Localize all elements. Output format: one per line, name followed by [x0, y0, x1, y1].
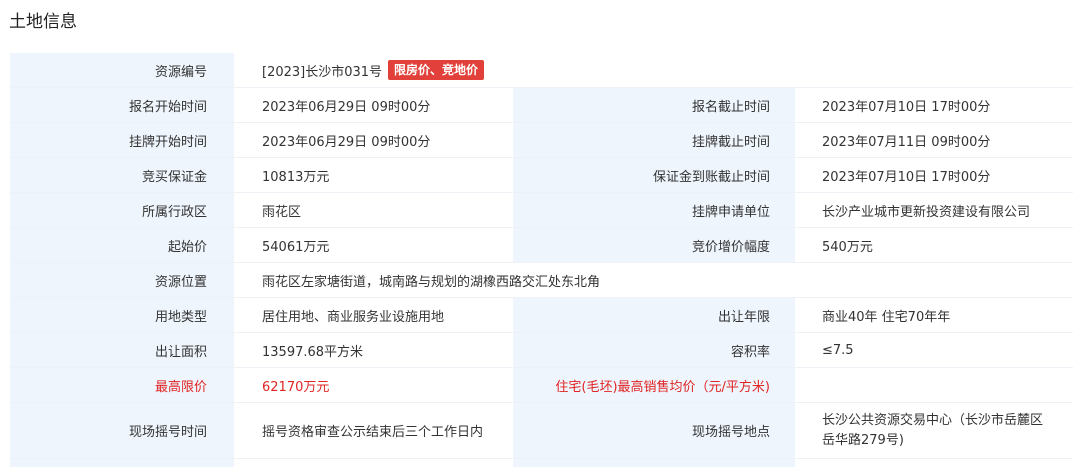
table-row: 现场摇号时间 摇号资格审查公示结束后三个工作日内 现场摇号地点 长沙公共资源交易… [10, 403, 1073, 459]
row-label: 出让面积 [10, 333, 234, 367]
row-value-right: 2023年07月10日 17时00分 [795, 158, 1073, 192]
land-info-table: 资源编号 [2023]长沙市031号 限房价、竞地价 报名开始时间 2023年0… [10, 53, 1073, 467]
row-label-right: 挂牌申请单位 [513, 193, 795, 227]
row-value: 雨花区左家塘街道，城南路与规划的湖橡西路交汇处东北角 [234, 263, 1073, 297]
row-label: 现场摇号时间 [10, 403, 234, 458]
row-value-right: 长沙公共资源交易中心（长沙市岳麓区 岳华路279号) [795, 403, 1073, 458]
row-label-right: 竞价增价幅度 [513, 228, 795, 262]
table-row: 竞买保证金 10813万元 保证金到账截止时间 2023年07月10日 17时0… [10, 158, 1073, 193]
row-value: 居住用地、商业服务业设施用地 [234, 298, 513, 332]
row-label: 挂牌开始时间 [10, 123, 234, 157]
table-row: 起始价 54061万元 竞价增价幅度 540万元 [10, 228, 1073, 263]
row-label: 竞买保证金 [10, 158, 234, 192]
row-value: 2023年06月29日 09时00分 [234, 88, 513, 122]
row-value: 62170万元 [234, 368, 513, 402]
row-value: 雨花区 [234, 193, 513, 227]
row-label: 所属行政区 [10, 193, 234, 227]
resource-number: [2023]长沙市031号 [262, 64, 383, 80]
address-line-1: 长沙公共资源交易中心（长沙市岳麓区 [822, 412, 1044, 428]
row-value-right: ≤7.5 [795, 333, 1073, 367]
row-value-right: 540万元 [795, 228, 1073, 262]
row-label-right: 报名截止时间 [513, 88, 795, 122]
row-value: 10813万元 [234, 158, 513, 192]
table-row: 挂牌开始时间 2023年06月29日 09时00分 挂牌截止时间 2023年07… [10, 123, 1073, 158]
row-label-right: 挂牌截止时间 [513, 123, 795, 157]
table-row: 所属行政区 雨花区 挂牌申请单位 长沙产业城市更新投资建设有限公司 [10, 193, 1073, 228]
row-label: 报名开始时间 [10, 88, 234, 122]
row-value-right-empty [795, 459, 1073, 467]
row-value-empty [234, 459, 513, 467]
row-label-right: 现场摇号地点 [513, 403, 795, 458]
row-label: 用地类型 [10, 298, 234, 332]
table-row: 资源位置 雨花区左家塘街道，城南路与规划的湖橡西路交汇处东北角 [10, 263, 1073, 298]
row-value: 13597.68平方米 [234, 333, 513, 367]
row-value: [2023]长沙市031号 限房价、竞地价 [234, 53, 1073, 87]
row-label-right: 容积率 [513, 333, 795, 367]
row-label-right-empty [513, 459, 795, 467]
row-value-right [795, 368, 1073, 402]
table-row: 最高限价 62170万元 住宅(毛坯)最高销售均价（元/平方米) [10, 368, 1073, 403]
row-label-right: 出让年限 [513, 298, 795, 332]
row-value: 2023年06月29日 09时00分 [234, 123, 513, 157]
row-label: 起始价 [10, 228, 234, 262]
address-line-2: 岳华路279号) [822, 432, 904, 448]
row-label-right: 住宅(毛坯)最高销售均价（元/平方米) [513, 368, 795, 402]
row-value-right: 商业40年 住宅70年年 [795, 298, 1073, 332]
row-label-empty [10, 459, 234, 467]
table-row: 资源编号 [2023]长沙市031号 限房价、竞地价 [10, 53, 1073, 88]
row-label-right: 保证金到账截止时间 [513, 158, 795, 192]
table-row: 出让面积 13597.68平方米 容积率 ≤7.5 [10, 333, 1073, 368]
row-value-right: 长沙产业城市更新投资建设有限公司 [795, 193, 1073, 227]
row-value: 54061万元 [234, 228, 513, 262]
table-row-partial [10, 459, 1073, 467]
row-label: 资源位置 [10, 263, 234, 297]
row-value: 摇号资格审查公示结束后三个工作日内 [234, 403, 513, 458]
row-label: 资源编号 [10, 53, 234, 87]
status-badge: 限房价、竞地价 [388, 60, 485, 80]
row-label: 最高限价 [10, 368, 234, 402]
section-title: 土地信息 [9, 12, 77, 32]
table-row: 用地类型 居住用地、商业服务业设施用地 出让年限 商业40年 住宅70年年 [10, 298, 1073, 333]
row-value-right: 2023年07月11日 09时00分 [795, 123, 1073, 157]
table-row: 报名开始时间 2023年06月29日 09时00分 报名截止时间 2023年07… [10, 88, 1073, 123]
row-value-right: 2023年07月10日 17时00分 [795, 88, 1073, 122]
